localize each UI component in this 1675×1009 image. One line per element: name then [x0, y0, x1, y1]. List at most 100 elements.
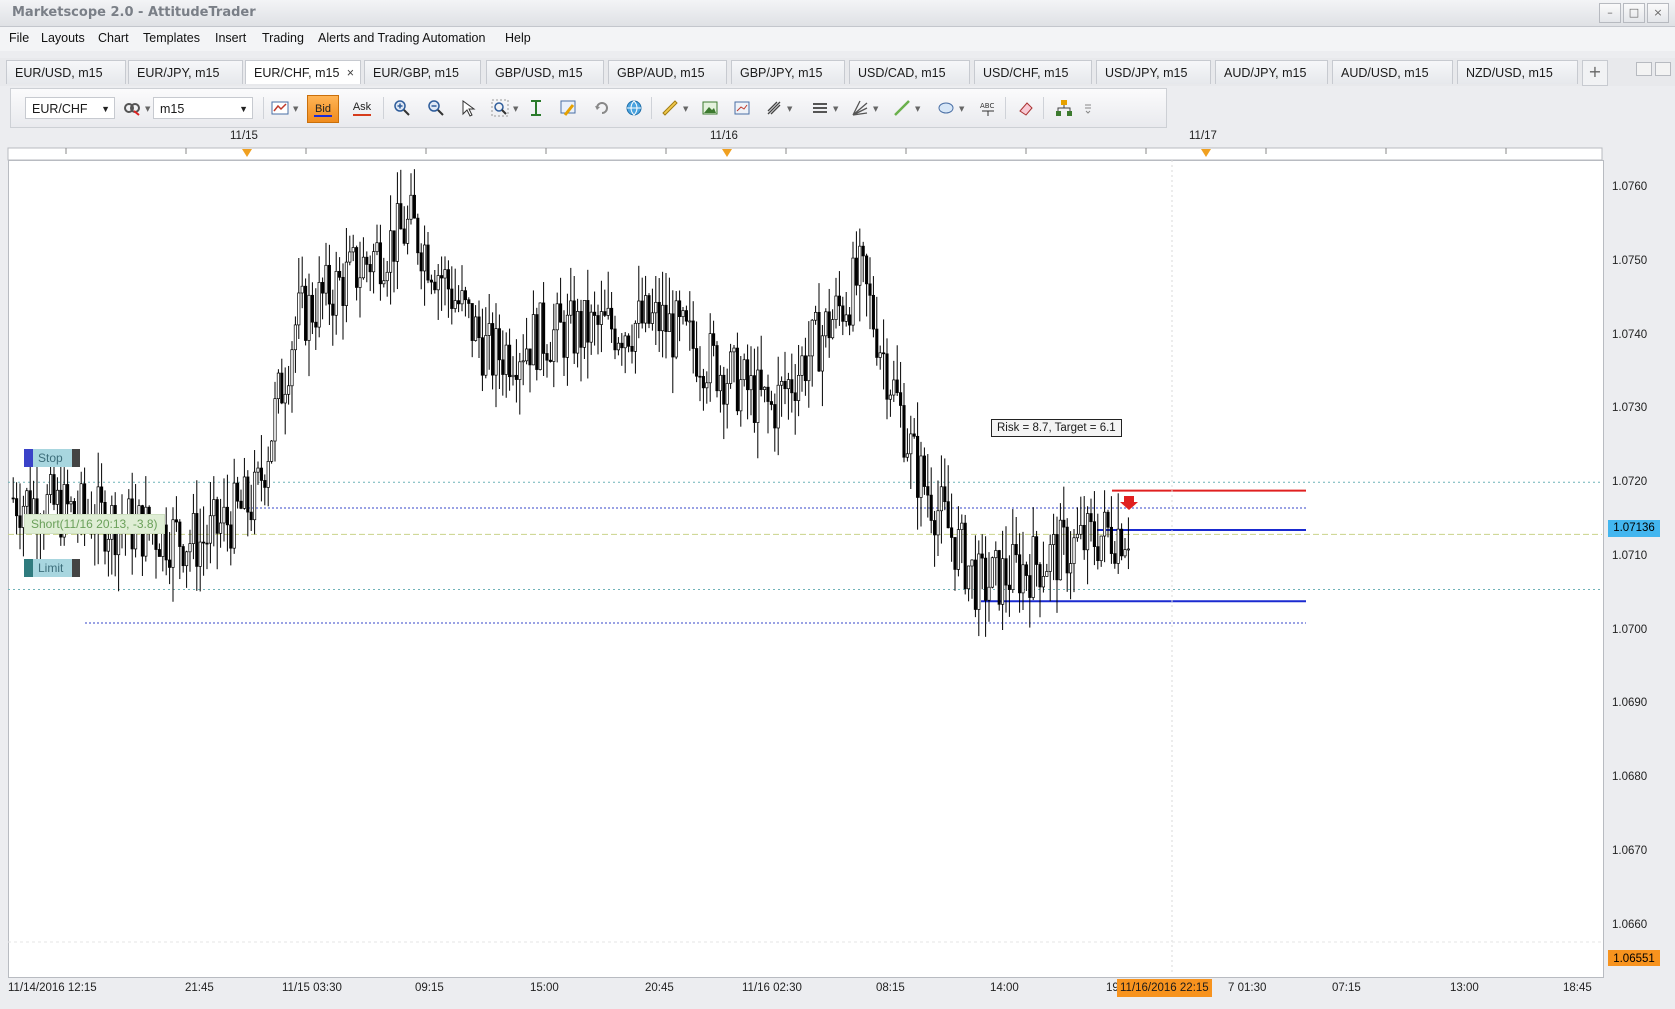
- candle-body: [783, 380, 787, 390]
- candle-body: [844, 314, 848, 322]
- candle-body: [586, 300, 590, 343]
- time-tick: 18:45: [1563, 982, 1592, 994]
- candle-body: [572, 300, 576, 354]
- candle-body: [627, 335, 631, 347]
- candle-body: [922, 455, 926, 487]
- candle-body: [508, 344, 512, 378]
- candle-body: [18, 515, 22, 528]
- candle-body: [780, 380, 784, 386]
- candle-body: [882, 352, 886, 355]
- candle-body: [341, 276, 345, 306]
- candle-body: [188, 543, 192, 553]
- candle-body: [1028, 575, 1032, 598]
- candle-body: [246, 476, 250, 513]
- candle-body: [834, 295, 838, 320]
- candle-body: [236, 482, 240, 502]
- candle-body: [960, 522, 964, 530]
- candle-body: [419, 252, 423, 272]
- candle-body: [402, 228, 406, 244]
- candle-body: [487, 323, 491, 336]
- candle-body: [895, 379, 899, 393]
- candle-body: [382, 280, 386, 285]
- candle-body: [790, 379, 794, 394]
- candle-body: [701, 376, 705, 389]
- candle-body: [963, 522, 967, 590]
- candle-body: [984, 557, 988, 601]
- price-tick: 1.0740: [1612, 329, 1648, 341]
- candle-body: [902, 405, 906, 458]
- candle-body: [953, 537, 957, 570]
- limit-order-badge[interactable]: Limit: [24, 559, 80, 577]
- candle-body: [1048, 544, 1052, 572]
- candle-body: [905, 453, 909, 458]
- candle-body: [936, 510, 940, 536]
- candle-body: [759, 369, 763, 390]
- price-tick: 1.0710: [1612, 550, 1648, 562]
- candle-body: [854, 257, 858, 286]
- candle-body: [729, 351, 733, 384]
- candle-body: [361, 256, 365, 279]
- candle-body: [712, 333, 716, 346]
- stop-order-badge[interactable]: Stop: [24, 449, 80, 467]
- candle-body: [593, 311, 597, 316]
- candle-body: [327, 264, 331, 305]
- candle-body: [990, 557, 994, 588]
- candle-body: [423, 244, 427, 272]
- candle-body: [708, 333, 712, 384]
- time-tick: 07:15: [1332, 982, 1361, 994]
- candle-body: [409, 194, 413, 220]
- candle-body: [814, 311, 818, 321]
- candle-body: [453, 300, 457, 309]
- candle-body: [215, 499, 219, 534]
- candle-body: [773, 404, 777, 429]
- candle-body: [555, 303, 559, 331]
- candle-body: [722, 374, 726, 405]
- time-tick: 11/16 02:30: [742, 982, 802, 994]
- candle-body: [878, 352, 882, 358]
- time-tick: 11/14/2016 12:15: [8, 982, 97, 994]
- candle-body: [195, 513, 199, 567]
- candle-body: [1065, 526, 1069, 574]
- candle-body: [763, 386, 767, 390]
- price-tick: 1.0760: [1612, 181, 1648, 193]
- candle-body: [715, 345, 719, 392]
- candle-body: [270, 440, 274, 462]
- candle-body: [239, 500, 243, 509]
- candle-body: [314, 321, 318, 328]
- candle-body: [446, 269, 450, 290]
- candle-body: [610, 307, 614, 330]
- candle-body: [1120, 528, 1124, 557]
- short-position-badge[interactable]: Short(11/16 20:13, -3.8): [24, 514, 165, 534]
- time-tick: 21:45: [185, 982, 214, 994]
- candle-body: [171, 519, 175, 568]
- candle-body: [494, 328, 498, 376]
- candle-body: [11, 497, 15, 500]
- candle-body: [875, 328, 879, 358]
- candle-body: [1045, 571, 1049, 577]
- candle-body: [253, 471, 257, 521]
- candle-body: [83, 483, 87, 516]
- candle-body: [542, 302, 546, 354]
- candle-body: [457, 300, 461, 305]
- candle-body: [273, 398, 277, 442]
- candle-body: [474, 316, 478, 341]
- candle-body: [929, 494, 933, 521]
- candle-body: [1069, 563, 1073, 574]
- cursor-time-label: 11/16/2016 22:15: [1117, 979, 1212, 997]
- candle-body: [1058, 519, 1062, 581]
- candle-body: [290, 349, 294, 387]
- candle-body: [521, 360, 525, 363]
- limit-label: Limit: [38, 561, 64, 575]
- candle-body: [681, 310, 685, 318]
- candle-body: [596, 315, 600, 325]
- candle-body: [956, 529, 960, 570]
- candle-body: [810, 319, 814, 357]
- candle-body: [885, 353, 889, 400]
- candle-body: [800, 355, 804, 376]
- candle-body: [1014, 544, 1018, 556]
- candle-body: [973, 559, 977, 610]
- candle-body: [440, 275, 444, 279]
- candle-body: [477, 316, 481, 339]
- candle-body: [769, 401, 773, 405]
- candle-body: [181, 546, 185, 567]
